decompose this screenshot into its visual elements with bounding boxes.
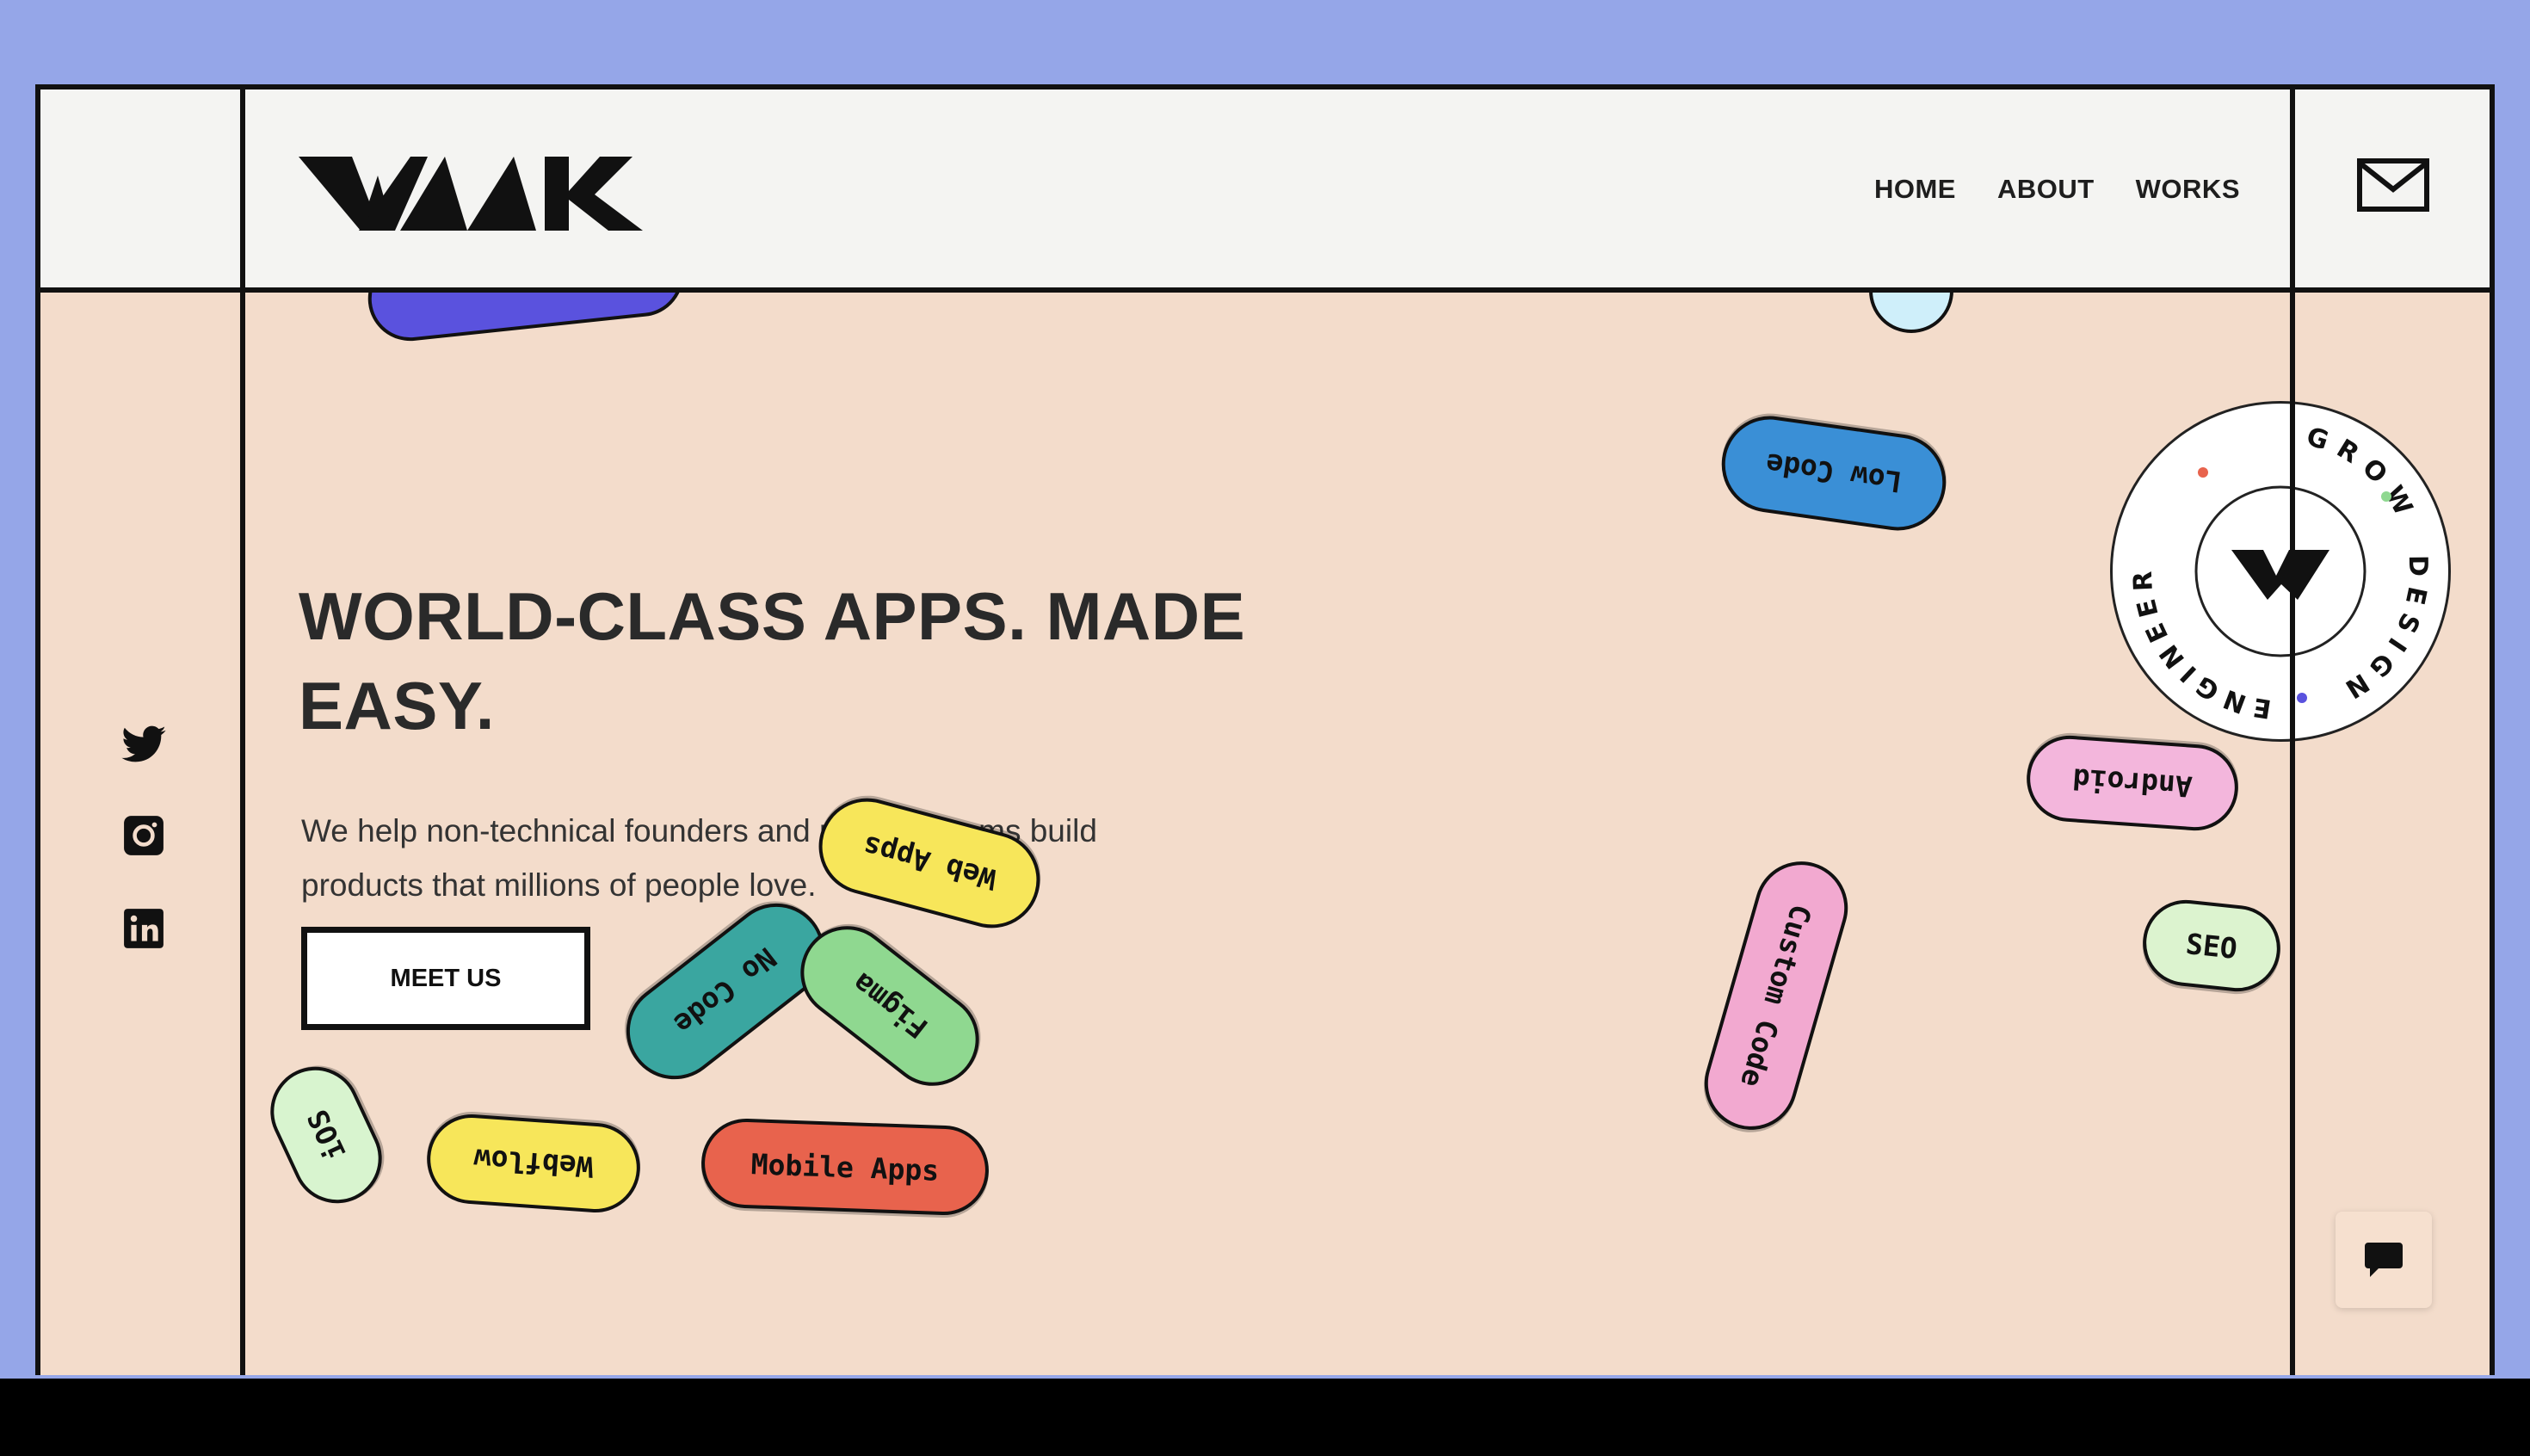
subtext-line-2: products that millions of people love.	[301, 867, 817, 903]
site-header: HOME ABOUT WORKS	[40, 89, 2490, 293]
linkedin-icon[interactable]	[122, 907, 165, 950]
nav-home[interactable]: HOME	[1874, 174, 1956, 205]
screen-bottom-bar	[0, 1379, 2530, 1456]
nav-works[interactable]: WORKS	[2136, 174, 2240, 205]
mail-icon[interactable]	[2357, 158, 2429, 212]
tag-ios[interactable]: iOS	[256, 1052, 397, 1218]
column-divider-right	[2290, 89, 2295, 1375]
instagram-icon[interactable]	[122, 814, 165, 857]
waak-logo[interactable]	[299, 150, 643, 231]
badge-dot-red	[2198, 467, 2208, 478]
main-nav: HOME ABOUT WORKS	[1874, 174, 2240, 205]
badge-dot-green	[2381, 491, 2391, 502]
badge-dot-purple	[2297, 693, 2307, 703]
tag-custom-code[interactable]: Custom Code	[1693, 850, 1860, 1141]
grow-design-engineer-badge: GROW DESIGN ENGINEER	[2110, 401, 2451, 742]
chat-widget-button[interactable]	[2336, 1212, 2432, 1308]
tag-seo[interactable]: SEO	[2138, 895, 2285, 996]
column-divider-left	[240, 89, 245, 1375]
page-title: WORLD-CLASS APPS. MADE EASY.	[299, 571, 1331, 750]
twitter-icon[interactable]	[120, 721, 168, 769]
page-frame: HOME ABOUT WORKS WORLD-CLASS APPS. MADE …	[35, 84, 2495, 1375]
hero-subtext: We help non-technical founders and produ…	[301, 804, 1248, 912]
tag-mobile-apps[interactable]: Mobile Apps	[700, 1117, 990, 1217]
tag-android[interactable]: Android	[2023, 732, 2242, 834]
tag-low-code[interactable]: Low Code	[1715, 410, 1953, 537]
tag-webflow[interactable]: Webflow	[423, 1111, 644, 1216]
meet-us-button[interactable]: MEET US	[301, 927, 590, 1030]
headline-line-1: WORLD-CLASS APPS. MADE	[299, 578, 1246, 654]
chat-bubble-icon	[2365, 1243, 2403, 1277]
headline-line-2: EASY.	[299, 668, 495, 743]
nav-about[interactable]: ABOUT	[1997, 174, 2095, 205]
